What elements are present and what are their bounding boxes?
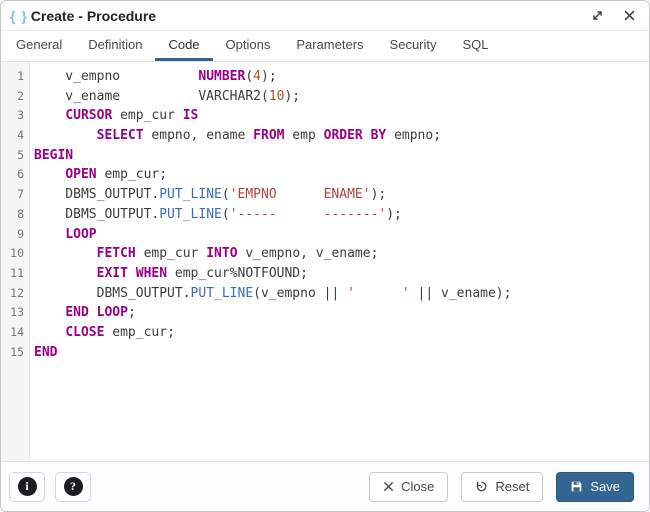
tab-security[interactable]: Security (377, 31, 450, 61)
code-line[interactable]: OPEN emp_cur; (34, 165, 649, 185)
tab-parameters[interactable]: Parameters (283, 31, 376, 61)
save-floppy-icon (570, 480, 583, 493)
create-procedure-dialog: { } Create - Procedure General Definitio… (0, 0, 650, 512)
line-number: 5 (17, 147, 24, 162)
page-title: Create - Procedure (30, 7, 157, 24)
footer-bar: i ? Close Reset Save (1, 461, 649, 511)
close-button-label: Close (401, 479, 435, 494)
line-number: 7 (17, 187, 24, 202)
help-button[interactable]: ? (55, 471, 91, 502)
info-icon: i (17, 477, 37, 496)
code-line[interactable]: LOOP (34, 225, 649, 245)
code-line[interactable]: DBMS_OUTPUT.PUT_LINE(v_empno || ' ' || v… (34, 284, 649, 304)
close-x-icon (383, 481, 394, 492)
tab-general[interactable]: General (3, 31, 75, 61)
code-line[interactable]: BEGIN (34, 146, 649, 166)
line-number-gutter: 1 2 3 4 5 6 7 8 9 10 11 12 13 14 15 (1, 62, 30, 461)
title-bar: { } Create - Procedure (1, 1, 649, 31)
line-number: 10 (10, 246, 24, 261)
code-line[interactable]: EXIT WHEN emp_cur%NOTFOUND; (34, 264, 649, 284)
tab-definition[interactable]: Definition (75, 31, 155, 61)
code-editor[interactable]: 1 2 3 4 5 6 7 8 9 10 11 12 13 14 15 v_empno NUMBER(4);… (1, 62, 649, 461)
window-close-button[interactable] (621, 8, 637, 24)
code-line[interactable]: SELECT empno, ename FROM emp ORDER BY em… (34, 126, 649, 146)
line-number: 4 (17, 128, 24, 143)
maximize-button[interactable] (589, 8, 605, 24)
tab-options[interactable]: Options (213, 31, 284, 61)
line-number: 12 (10, 285, 24, 300)
code-line[interactable]: CLOSE emp_cur; (34, 323, 649, 343)
code-line[interactable]: v_ename VARCHAR2(10); (34, 87, 649, 107)
tab-code[interactable]: Code (155, 31, 213, 61)
reset-button-label: Reset (495, 479, 530, 494)
code-line[interactable]: DBMS_OUTPUT.PUT_LINE('EMPNO ENAME'); (34, 185, 649, 205)
code-line[interactable]: CURSOR emp_cur IS (34, 106, 649, 126)
code-pane[interactable]: v_empno NUMBER(4); v_ename VARCHAR2(10);… (30, 62, 649, 461)
code-line[interactable]: DBMS_OUTPUT.PUT_LINE('----- -------'); (34, 205, 649, 225)
code-line[interactable]: END LOOP; (34, 303, 649, 323)
code-line[interactable]: v_empno NUMBER(4); (34, 67, 649, 87)
info-button[interactable]: i (9, 471, 45, 502)
reset-icon (475, 480, 488, 493)
braces-icon: { } (10, 7, 28, 24)
line-number: 2 (17, 88, 24, 103)
window-controls (589, 8, 637, 24)
line-number: 1 (17, 69, 24, 83)
line-number: 11 (10, 265, 24, 280)
help-icon: ? (63, 477, 83, 496)
line-number: 15 (10, 344, 24, 359)
close-button[interactable]: Close (369, 471, 449, 502)
save-button-label: Save (590, 479, 620, 494)
maximize-icon (591, 9, 604, 22)
line-number: 3 (17, 108, 24, 123)
close-icon (623, 9, 636, 22)
save-button[interactable]: Save (556, 471, 634, 502)
line-number: 6 (17, 167, 24, 182)
tab-sql[interactable]: SQL (450, 31, 502, 61)
line-number: 9 (17, 226, 24, 241)
reset-button[interactable]: Reset (461, 471, 544, 502)
line-number: 14 (10, 324, 24, 339)
line-number: 8 (17, 206, 24, 221)
line-number: 13 (10, 305, 24, 320)
tab-bar: General Definition Code Options Parameters Se… (1, 31, 649, 62)
code-line[interactable]: FETCH emp_cur INTO v_empno, v_ename; (34, 244, 649, 264)
code-line[interactable]: END (34, 343, 649, 363)
footer-actions: Close Reset Save (369, 471, 634, 502)
